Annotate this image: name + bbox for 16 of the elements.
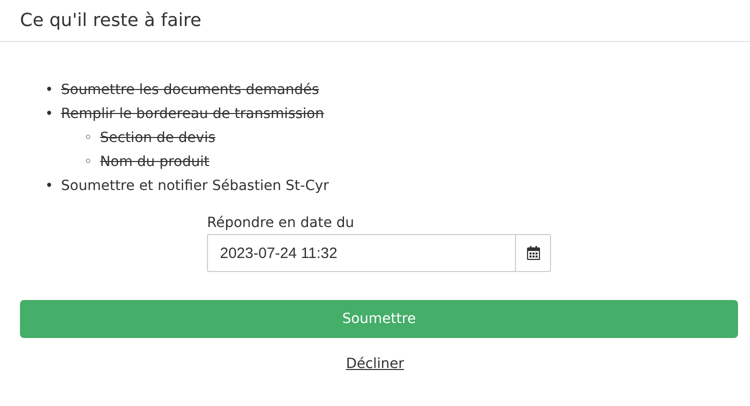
bullet-marker: ◦ xyxy=(84,129,94,148)
bullet-marker: • xyxy=(45,81,54,100)
task-item: Soumettre et notifier Sébastien St-Cyr xyxy=(61,178,329,194)
bullet-marker: • xyxy=(45,177,54,196)
decline-link[interactable]: Décliner xyxy=(346,356,404,372)
subtask-item: Nom du produit xyxy=(100,154,210,170)
field-label: Répondre en date du xyxy=(207,214,356,233)
task-item: Soumettre les documents demandés xyxy=(61,82,320,98)
task-item: Remplir le bordereau de transmission xyxy=(61,106,324,122)
dialog-title: Ce qu'il reste à faire xyxy=(20,10,202,31)
calendar-icon xyxy=(526,246,540,260)
date-field[interactable]: 2023-07-24 11:32 xyxy=(207,234,515,272)
subtask-item: Section de devis xyxy=(100,130,216,146)
bullet-marker: ◦ xyxy=(84,153,94,172)
bullet-marker: • xyxy=(45,105,54,124)
calendar-button[interactable] xyxy=(515,234,551,272)
